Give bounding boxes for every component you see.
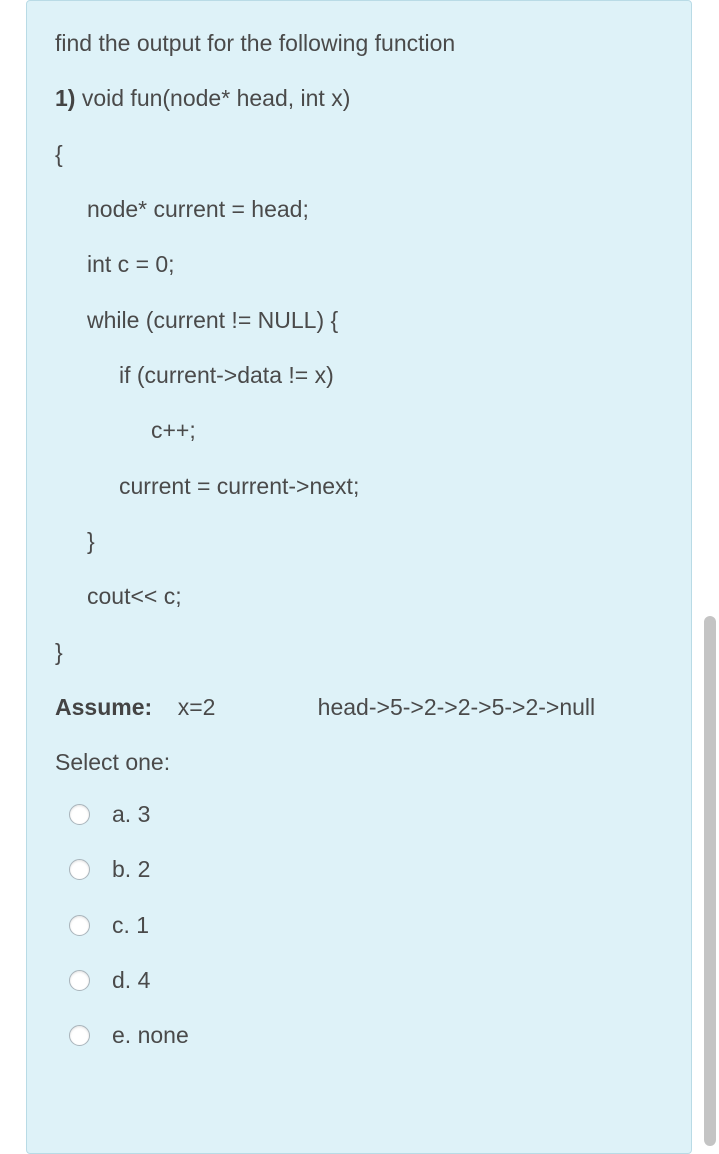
radio-icon[interactable] [69,915,90,936]
question-card: find the output for the following functi… [26,0,692,1154]
scrollbar-thumb[interactable] [704,616,716,1146]
radio-icon[interactable] [69,970,90,991]
option-d[interactable]: d. 4 [69,964,663,997]
option-label: b. 2 [112,853,150,886]
radio-icon[interactable] [69,1025,90,1046]
code-line: int c = 0; [55,248,663,281]
code-line: while (current != NULL) { [55,304,663,337]
code-line: } [55,636,663,669]
radio-icon[interactable] [69,859,90,880]
options-list: a. 3 b. 2 c. 1 d. 4 e. none [55,798,663,1053]
option-label: c. 1 [112,909,149,942]
code-line: current = current->next; [55,470,663,503]
option-label: d. 4 [112,964,150,997]
assume-label: Assume: [55,694,152,720]
code-line: cout<< c; [55,580,663,613]
function-signature: 1) void fun(node* head, int x) [55,82,663,115]
code-line: c++; [55,414,663,447]
signature-text: void fun(node* head, int x) [75,85,350,111]
prompt-text: find the output for the following functi… [55,27,663,60]
option-c[interactable]: c. 1 [69,909,663,942]
code-block: { node* current = head; int c = 0; while… [55,138,663,669]
option-b[interactable]: b. 2 [69,853,663,886]
option-e[interactable]: e. none [69,1019,663,1052]
question-number: 1) [55,85,75,111]
code-line: { [55,138,663,171]
question-stem: find the output for the following functi… [55,27,663,724]
code-line: node* current = head; [55,193,663,226]
select-one-label: Select one: [55,746,663,779]
option-label: a. 3 [112,798,150,831]
assume-values: x=2 head->5->2->2->5->2->null [152,694,595,720]
option-a[interactable]: a. 3 [69,798,663,831]
code-line: } [55,525,663,558]
radio-icon[interactable] [69,804,90,825]
option-label: e. none [112,1019,189,1052]
assume-block: Assume: x=2 head->5->2->2->5->2->null [55,691,663,724]
code-line: if (current->data != x) [55,359,663,392]
